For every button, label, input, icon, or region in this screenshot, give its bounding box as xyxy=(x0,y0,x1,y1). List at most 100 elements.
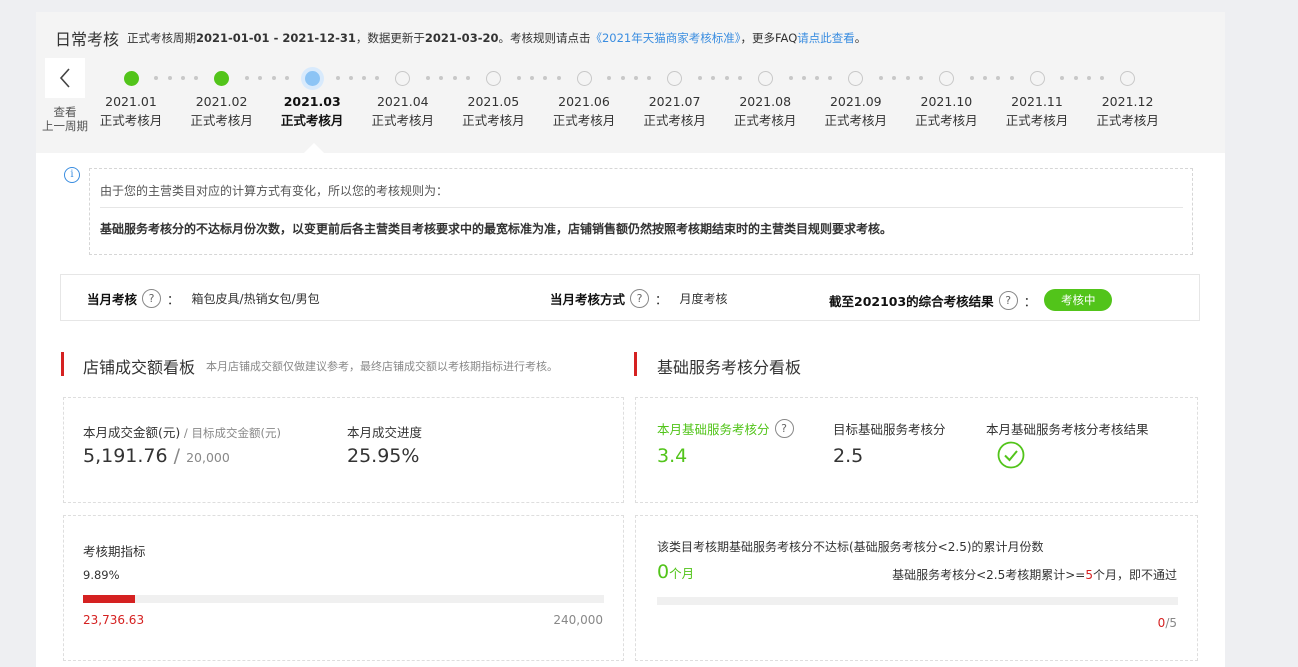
timeline-connector-dot xyxy=(607,76,612,80)
rule-standard-link[interactable]: 《2021年天猫商家考核标准》 xyxy=(590,31,740,45)
month-label: 2021.07 xyxy=(648,94,701,109)
timeline-connector-dot xyxy=(788,76,793,80)
progress-label: 本月成交进度 xyxy=(347,425,423,440)
overall-result-label: 截至202103的综合考核结果 xyxy=(829,293,994,309)
timeline-month-2021.09[interactable]: 2021.09 正式考核月 xyxy=(816,92,896,130)
sales-board-title: 店铺成交额看板 xyxy=(83,358,196,377)
timeline-dot xyxy=(576,70,592,86)
month-type-label: 正式考核月 xyxy=(190,113,253,128)
amount-value: 5,191.76 / 20,000 xyxy=(83,445,230,467)
timeline-dot xyxy=(1120,70,1136,86)
timeline-dot xyxy=(938,70,954,86)
period-target-card: 考核期指标 9.89% 23,736.63 240,000 xyxy=(63,515,624,661)
timeline-month-2021.04[interactable]: 2021.04 正式考核月 xyxy=(363,92,443,130)
prev-label-line2: 上一周期 xyxy=(42,119,88,133)
timeline-month-2021.01[interactable]: 2021.01 正式考核月 xyxy=(91,92,171,130)
month-assessment-value: 箱包皮具/热销女包/男包 xyxy=(191,292,320,306)
notice-line1: 由于您的主营类目对应的计算方式有变化，所以您的考核规则为： xyxy=(100,184,449,198)
service-result-label: 本月基础服务考核分考核结果 xyxy=(986,422,1149,437)
timeline-month-2021.06[interactable]: 2021.06 正式考核月 xyxy=(544,92,624,130)
timeline-dot xyxy=(1029,70,1045,86)
timeline-connector-dot xyxy=(530,76,535,80)
chevron-left-icon xyxy=(59,68,70,88)
timeline-connector-dot xyxy=(1073,76,1078,80)
section-accent-bar xyxy=(634,352,637,376)
update-date: 2021-03-20 xyxy=(424,31,499,45)
month-label: 2021.05 xyxy=(467,94,520,109)
month-label: 2021.06 xyxy=(558,94,610,109)
timeline-connector-dot xyxy=(335,76,340,80)
fail-rule-suffix: 个月，即不通过 xyxy=(1092,568,1177,582)
timeline-connector-dot xyxy=(801,76,806,80)
faq-link[interactable]: 请点此查看 xyxy=(797,31,855,45)
period-target-label: 考核期指标 xyxy=(83,544,146,559)
month-type-label: 正式考核月 xyxy=(280,113,344,128)
timeline-month-2021.11[interactable]: 2021.11 正式考核月 xyxy=(997,92,1077,130)
month-type-label: 正式考核月 xyxy=(371,113,435,128)
timeline-month-2021.05[interactable]: 2021.05 正式考核月 xyxy=(453,92,533,130)
fail-ratio-denominator: /5 xyxy=(1165,616,1177,630)
timeline-connector-dot xyxy=(697,76,702,80)
faq-suffix: 。 xyxy=(854,31,867,45)
monthly-sales-card: 本月成交金额(元) / 目标成交金额(元) 5,191.76 / 20,000 … xyxy=(63,397,624,503)
month-type-label: 正式考核月 xyxy=(1005,113,1069,128)
service-board-title: 基础服务考核分看板 xyxy=(657,358,802,377)
timeline-month-2021.08[interactable]: 2021.08 正式考核月 xyxy=(725,92,805,130)
timeline-dot xyxy=(757,70,773,86)
month-label: 2021.03 xyxy=(283,94,341,109)
month-label: 2021.09 xyxy=(829,94,882,109)
month-type-label: 正式考核月 xyxy=(824,113,888,128)
colon: ： xyxy=(167,292,180,307)
prev-period-button[interactable] xyxy=(45,58,85,98)
colon: ： xyxy=(1023,293,1037,309)
timeline-connector-dot xyxy=(1060,76,1065,80)
info-icon: i xyxy=(64,167,80,183)
timeline-month-2021.12[interactable]: 2021.12 正式考核月 xyxy=(1088,92,1168,130)
timeline-month-2021.03[interactable]: 2021.03 正式考核月 xyxy=(272,92,352,130)
timeline-connector-dot xyxy=(466,76,471,80)
timeline-dot xyxy=(667,70,683,86)
timeline-connector-dot xyxy=(1086,76,1091,80)
period-progress-bar xyxy=(83,595,604,603)
timeline-dot xyxy=(848,70,864,86)
prev-period-label[interactable]: 查看 上一周期 xyxy=(36,105,94,133)
amount-value-text: 5,191.76 xyxy=(83,445,168,467)
month-type-label: 正式考核月 xyxy=(99,113,163,128)
target-separator: / xyxy=(180,426,192,440)
fail-count-unit: 个月 xyxy=(669,566,695,581)
colon: ： xyxy=(655,292,668,307)
timeline-month-2021.02[interactable]: 2021.02 正式考核月 xyxy=(182,92,262,130)
timeline-dot xyxy=(395,70,411,86)
progress-value: 25.95% xyxy=(347,445,420,467)
fail-rule-text: 基础服务考核分<2.5考核期累计>=5个月，即不通过 xyxy=(892,566,1177,583)
timeline-connector-dot xyxy=(647,76,652,80)
service-score-label: 本月基础服务考核分? xyxy=(657,419,800,438)
month-type-label: 正式考核月 xyxy=(733,113,797,128)
service-score-card: 本月基础服务考核分? 3.4 目标基础服务考核分 2.5 本月基础服务考核分考核… xyxy=(635,397,1198,503)
assessment-method-value: 月度考核 xyxy=(679,292,728,306)
month-label: 2021.02 xyxy=(195,94,248,109)
timeline-connector-dot xyxy=(828,76,833,80)
timeline-connector-dot xyxy=(284,76,289,80)
month-label: 2021.10 xyxy=(920,94,973,109)
assessment-panel: 日常考核 正式考核周期2021-01-01 - 2021-12-31，数据更新于… xyxy=(36,12,1225,667)
timeline-month-2021.10[interactable]: 2021.10 正式考核月 xyxy=(906,92,986,130)
fail-count-value: 0 xyxy=(657,561,670,583)
help-icon[interactable]: ? xyxy=(998,290,1018,310)
month-label: 2021.08 xyxy=(739,94,792,109)
timeline-connector-dot xyxy=(426,76,431,80)
timeline-connector-dot xyxy=(258,76,263,80)
help-icon[interactable]: ? xyxy=(630,289,650,308)
target-amount-label: 目标成交金额(元) xyxy=(191,426,281,440)
timeline-connector-dot xyxy=(271,76,276,80)
help-icon[interactable]: ? xyxy=(142,289,162,308)
timeline-connector-dot xyxy=(543,76,548,80)
month-type-label: 正式考核月 xyxy=(552,113,616,128)
help-icon[interactable]: ? xyxy=(774,419,794,438)
period-target-value: 240,000 xyxy=(553,613,603,627)
timeline-connector-dot xyxy=(375,76,380,80)
timeline-connector-dot xyxy=(919,76,924,80)
timeline-connector-dot xyxy=(194,76,199,80)
timeline-month-2021.07[interactable]: 2021.07 正式考核月 xyxy=(635,92,715,130)
month-assessment: 当月考核? ： 箱包皮具/热销女包/男包 xyxy=(87,289,320,308)
